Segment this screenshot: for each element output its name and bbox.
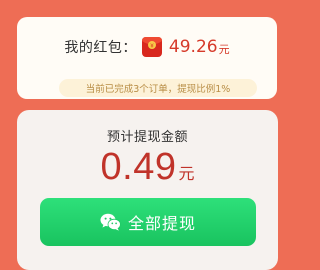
order-status-badge: 当前已完成3个订单，提现比例1% bbox=[59, 79, 257, 97]
withdraw-all-label: 全部提现 bbox=[127, 214, 196, 233]
balance-unit: 元 bbox=[218, 43, 230, 56]
balance-label: 我的红包： bbox=[64, 40, 137, 56]
balance-card: 我的红包： ¥ 49.26 元 当前已完成3个订单，提现比例1% bbox=[17, 17, 277, 99]
red-envelope-icon: ¥ bbox=[141, 36, 163, 58]
withdraw-amount: 0.49 bbox=[100, 146, 177, 188]
withdraw-unit: 元 bbox=[178, 164, 195, 183]
svg-text:¥: ¥ bbox=[150, 43, 154, 49]
balance-row: 我的红包： ¥ 49.26 元 bbox=[17, 36, 277, 58]
withdraw-card: 预计提现金额 0.49 元 全部提现 bbox=[17, 110, 278, 270]
balance-amount: 49.26 bbox=[168, 37, 218, 57]
withdraw-all-button[interactable]: 全部提现 bbox=[40, 198, 256, 246]
wechat-icon bbox=[100, 213, 121, 231]
withdraw-title: 预计提现金额 bbox=[106, 130, 188, 145]
withdraw-amount-row: 0.49 元 bbox=[17, 146, 278, 190]
